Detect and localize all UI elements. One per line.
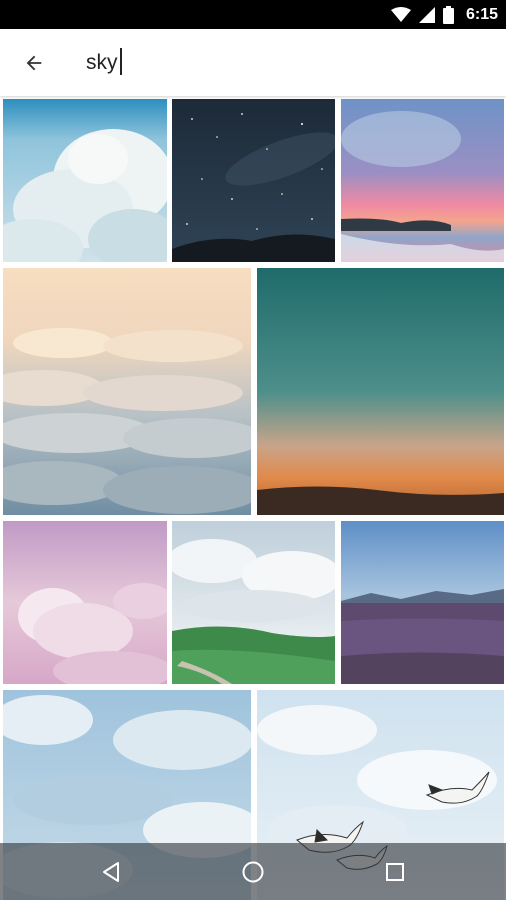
search-input[interactable] — [86, 47, 466, 79]
result-image-2[interactable] — [172, 99, 335, 262]
nav-back-button[interactable] — [95, 856, 127, 888]
system-nav-bar — [0, 843, 506, 900]
result-image-4[interactable] — [3, 268, 251, 515]
home-circle-icon — [242, 861, 264, 882]
result-image-1[interactable] — [3, 99, 167, 262]
battery-icon — [442, 5, 454, 24]
wifi-icon — [390, 6, 411, 23]
result-image-3[interactable] — [341, 99, 504, 262]
nav-home-button[interactable] — [237, 856, 269, 888]
text-cursor — [120, 48, 122, 75]
recents-square-icon — [386, 862, 404, 881]
back-button[interactable] — [14, 45, 54, 81]
nav-recents-button[interactable] — [379, 856, 411, 888]
arrow-back-icon — [26, 55, 42, 71]
clock: 6:15 — [465, 5, 498, 23]
back-triangle-icon — [103, 861, 119, 882]
cell-signal-icon — [418, 6, 435, 23]
result-image-8[interactable] — [341, 521, 504, 684]
result-image-5[interactable] — [257, 268, 504, 515]
search-app-bar — [0, 29, 506, 96]
result-image-7[interactable] — [172, 521, 335, 684]
result-image-6[interactable] — [3, 521, 167, 684]
status-bar: 6:15 — [0, 0, 506, 29]
